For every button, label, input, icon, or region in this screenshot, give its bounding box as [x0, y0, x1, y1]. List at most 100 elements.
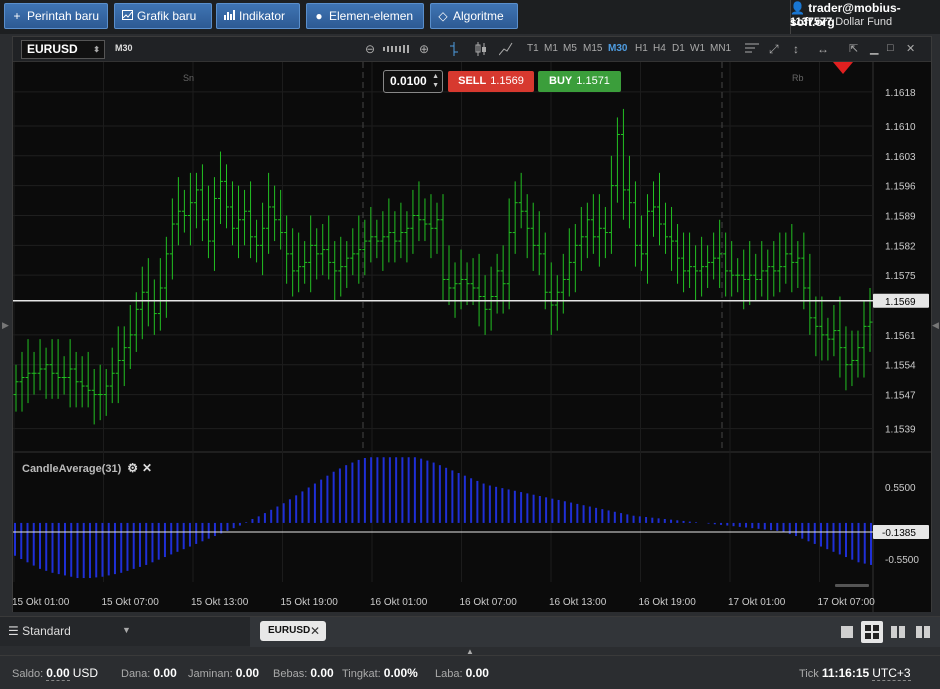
jaminan: Jaminan: 0.00: [188, 666, 260, 680]
tf-w1[interactable]: W1: [690, 43, 705, 54]
menu-icon: ☰: [8, 624, 19, 638]
close-icon[interactable]: ✕: [906, 42, 915, 55]
status-bar: Saldo: 0.00 USD Dana: 0.00 Jaminan: 0.00…: [0, 655, 940, 689]
tf-m5[interactable]: M5: [563, 43, 577, 54]
sell-button[interactable]: SELL 1.1569: [448, 71, 534, 92]
workspace-select[interactable]: ☰ Standard ▼: [8, 624, 131, 638]
layout-vertical-button[interactable]: [887, 621, 909, 643]
zoom-in-icon[interactable]: ⊕: [419, 42, 429, 56]
price-tick-label: 1.1618: [885, 88, 916, 99]
horizontal-fit-icon[interactable]: ↔: [817, 42, 829, 56]
time-value: 11:16:15: [821, 666, 870, 680]
main-toolbar: + Perintah baru Grafik baru Indikator ● El…: [0, 0, 940, 34]
tf-t1[interactable]: T1: [527, 43, 539, 54]
sell-price: 1.1569: [490, 75, 524, 87]
new-chart-label: Grafik baru: [137, 9, 197, 23]
tf-m15[interactable]: M15: [583, 43, 602, 54]
algorithms-button[interactable]: ◇ Algoritme: [430, 3, 518, 29]
symbol-select[interactable]: EURUSD ⬍: [21, 40, 105, 59]
timeframe-badge: M30: [115, 43, 133, 53]
lot-size-input[interactable]: 0.0100 ▲ ▼: [383, 70, 443, 93]
chevron-down-icon: ▼: [122, 625, 131, 635]
tf-m30[interactable]: M30: [608, 43, 627, 54]
new-order-button[interactable]: + Perintah baru: [4, 3, 108, 29]
price-tick-label: 1.1554: [885, 361, 916, 372]
zoom-slider[interactable]: [383, 43, 413, 57]
time-tick-label: 15 Okt 07:00: [102, 597, 160, 608]
line-chart-type-icon[interactable]: [498, 42, 513, 59]
diamond-icon: ◇: [438, 9, 448, 23]
tf-h4[interactable]: H4: [653, 43, 666, 54]
tf-m1[interactable]: M1: [544, 43, 558, 54]
properties-icon[interactable]: [745, 42, 759, 57]
account-fund: Dollar Fund: [835, 16, 893, 28]
timezone-select[interactable]: UTC+3: [872, 666, 911, 681]
chart-icon: [121, 4, 133, 28]
bar-chart-type-icon[interactable]: [449, 42, 459, 59]
time-tick-label: 15 Okt 13:00: [191, 597, 249, 608]
autoscroll-icon[interactable]: ⤢: [769, 42, 779, 56]
price-tick-label: 1.1603: [885, 152, 916, 163]
time-tick-label: 15 Okt 19:00: [281, 597, 339, 608]
updown-arrow-icon: ⬍: [93, 45, 100, 54]
saldo: Saldo: 0.00 USD: [12, 666, 99, 681]
elements-icon: ●: [315, 9, 323, 23]
left-panel-arrow-icon[interactable]: ▶: [2, 320, 9, 331]
tf-d1[interactable]: D1: [672, 43, 685, 54]
chart-window: EURUSD ⬍ M30 ⊖ ⊕ T1 M1 M5 M15 M30 H1 H4 …: [12, 36, 932, 612]
candle-chart-type-icon[interactable]: [475, 42, 487, 59]
algorithms-label: Algoritme: [453, 9, 504, 23]
price-tick-label: 1.1610: [885, 122, 916, 133]
buy-label: BUY: [549, 75, 573, 87]
close-indicator-icon[interactable]: ✕: [142, 461, 152, 475]
server-time: Tick 11:16:15 UTC+3: [799, 666, 911, 681]
symbol-value: EURUSD: [27, 42, 78, 56]
account-info[interactable]: 👤 trader@mobius-soft.org 1137577 Dollar …: [790, 1, 934, 31]
tf-mn1[interactable]: MN1: [710, 43, 731, 54]
workspace-name: Standard: [22, 624, 71, 638]
layout-horizontal-button[interactable]: [912, 621, 934, 643]
indicator-value-label: -0.1385: [882, 528, 916, 539]
popout-icon[interactable]: ⇱: [849, 42, 858, 55]
maximize-icon[interactable]: □: [887, 42, 894, 54]
price-chart[interactable]: 1.1618 1.1610 1.1603 1.1596 1.1589 1.1582 1.15…: [13, 62, 931, 612]
stepper-icon[interactable]: ▲ ▼: [432, 72, 439, 90]
indicator-name: CandleAverage(31): [22, 463, 122, 475]
layout-single-button[interactable]: [836, 621, 858, 643]
zoom-out-icon[interactable]: ⊖: [365, 42, 375, 56]
buy-button[interactable]: BUY 1.1571: [538, 71, 621, 92]
dana: Dana: 0.00: [121, 666, 177, 680]
dana-value: 0.00: [153, 666, 177, 680]
price-tick-label: 1.1582: [885, 241, 916, 252]
right-panel-arrow-icon[interactable]: ◀: [932, 320, 939, 331]
user-icon: 👤: [790, 1, 805, 15]
laba: Laba: 0.00: [435, 666, 489, 680]
chart-background: [13, 62, 931, 612]
tab-bar: ☰ Standard ▼ EURUSD ✕: [0, 616, 940, 647]
layout-grid-button[interactable]: [861, 621, 883, 643]
day-label: Rb: [792, 73, 804, 83]
tab-eurusd[interactable]: EURUSD ✕: [260, 621, 326, 641]
minimize-icon[interactable]: ▁: [870, 42, 878, 55]
vertical-fit-icon[interactable]: ↕: [793, 42, 799, 56]
chart-scrollbar: [835, 584, 869, 587]
indicator-label: CandleAverage(31) ⚙ ✕: [22, 461, 152, 475]
saldo-currency: USD: [72, 666, 99, 680]
gear-icon[interactable]: ⚙: [127, 461, 138, 475]
saldo-value[interactable]: 0.00: [46, 666, 70, 681]
time-tick-label: 16 Okt 01:00: [370, 597, 428, 608]
bebas-value: 0.00: [310, 666, 334, 680]
price-tick-label: 1.1547: [885, 391, 916, 402]
tf-h1[interactable]: H1: [635, 43, 648, 54]
time-tick-label: 17 Okt 01:00: [728, 597, 786, 608]
time-tick-label: 16 Okt 07:00: [460, 597, 518, 608]
elements-label: Elemen-elemen: [329, 9, 414, 23]
indicators-button[interactable]: Indikator: [216, 3, 300, 29]
price-tick-label: 1.1539: [885, 425, 916, 436]
bebas: Bebas: 0.00: [273, 666, 334, 680]
price-tick-label: 1.1596: [885, 182, 916, 193]
close-tab-icon[interactable]: ✕: [310, 621, 320, 641]
new-chart-button[interactable]: Grafik baru: [114, 3, 212, 29]
jaminan-value: 0.00: [235, 666, 260, 680]
elements-button[interactable]: ● Elemen-elemen: [306, 3, 424, 29]
